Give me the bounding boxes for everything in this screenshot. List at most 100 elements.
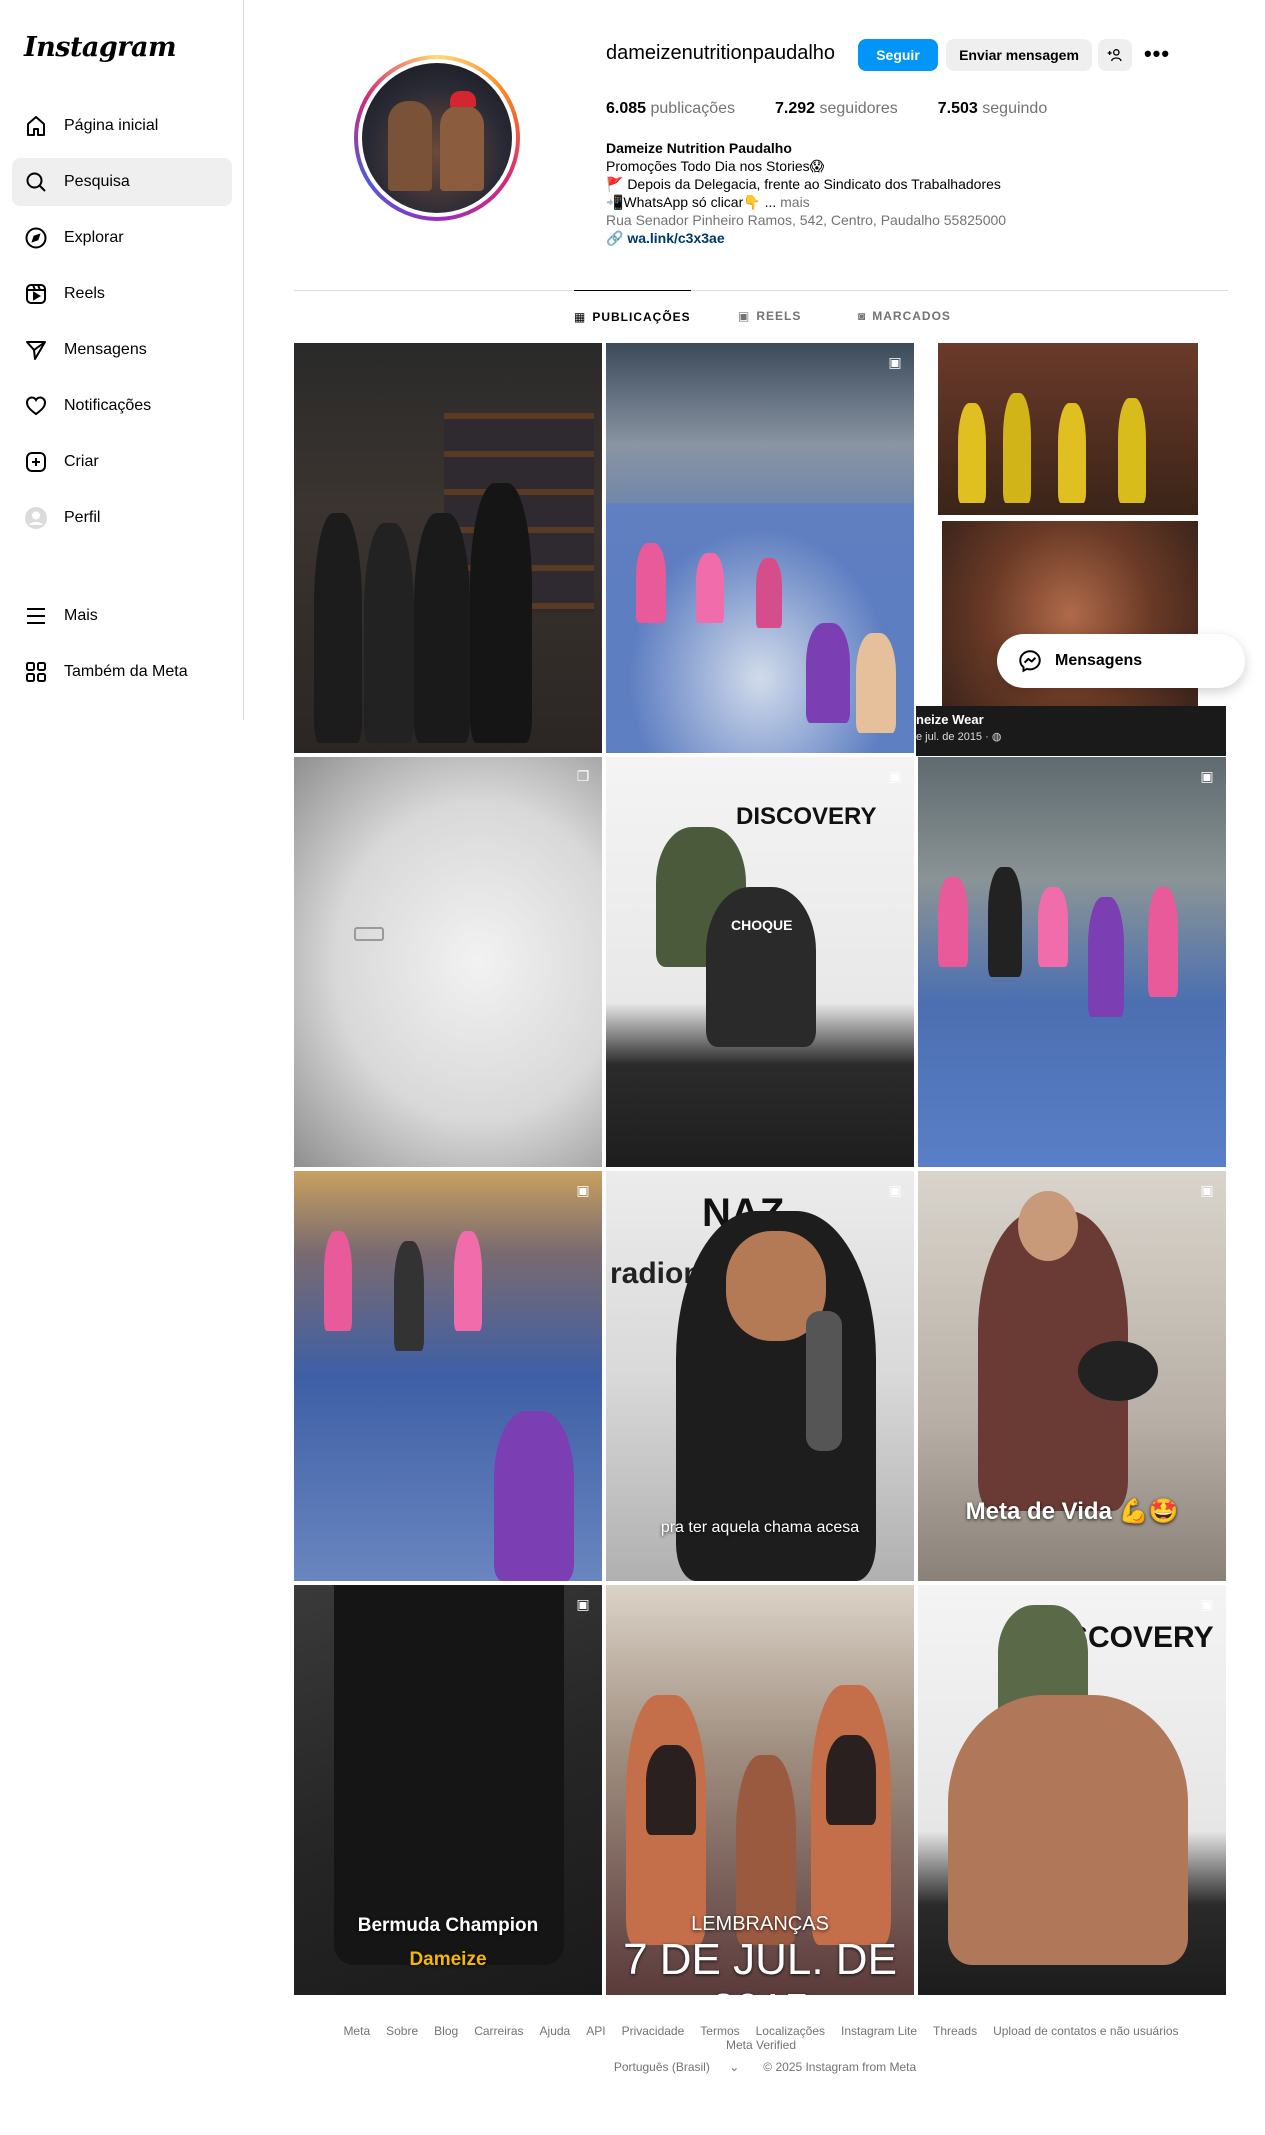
home-icon	[24, 114, 48, 138]
footer-link[interactable]: Threads	[933, 2024, 977, 2038]
post-sign-text: DISCOVERY	[736, 803, 877, 830]
tab-reels[interactable]: ▣ REELS	[738, 290, 801, 342]
bio-link[interactable]: wa.link/c3x3ae	[627, 230, 724, 246]
sidebar-item-home[interactable]: Página inicial	[12, 102, 232, 150]
profile-avatar[interactable]	[354, 55, 520, 221]
sidebar-item-reels[interactable]: Reels	[12, 270, 232, 318]
footer-link[interactable]: Meta	[343, 2024, 370, 2038]
footer-link[interactable]: Ajuda	[540, 2024, 571, 2038]
heart-icon	[24, 394, 48, 418]
reel-badge-icon: ▣	[888, 1182, 902, 1198]
post-preview-overlay: neize Wear e jul. de 2015 · ◍	[916, 706, 1226, 756]
sidebar-item-label: Página inicial	[64, 117, 159, 134]
footer-link[interactable]: Upload de contatos e não usuários	[993, 2024, 1178, 2038]
footer-link[interactable]: Meta Verified	[726, 2038, 796, 2052]
followers-stat[interactable]: 7.292 seguidores	[775, 100, 898, 118]
sidebar-item-messages[interactable]: Mensagens	[12, 326, 232, 374]
post-tile[interactable]: NAZ radion pra ter aquela chama acesa ▣	[606, 1171, 914, 1581]
post-tile[interactable]: DISCOVERY CHOQUE ▣	[606, 757, 914, 1167]
post-tile[interactable]	[918, 343, 1226, 753]
sidebar-item-label: Pesquisa	[64, 173, 130, 190]
sidebar-item-label: Notificações	[64, 397, 152, 414]
footer-link[interactable]: API	[586, 2024, 605, 2038]
post-tile[interactable]: DISCOVERY ▣	[918, 1585, 1226, 1995]
reel-badge-icon: ▣	[888, 768, 902, 784]
following-stat[interactable]: 7.503 seguindo	[938, 100, 1047, 118]
overlay-title: neize Wear	[916, 712, 984, 727]
chevron-down-icon: ⌄	[729, 2060, 740, 2074]
sidebar-item-label: Também da Meta	[64, 663, 188, 680]
tab-tagged[interactable]: ◙ MARCADOS	[858, 290, 951, 342]
post-caption: pra ter aquela chama acesa	[660, 1519, 860, 1536]
sidebar-item-label: Explorar	[64, 229, 124, 246]
send-message-button[interactable]: Enviar mensagem	[946, 39, 1092, 71]
sidebar-item-also-from-meta[interactable]: Também da Meta	[12, 648, 232, 696]
plus-square-icon	[24, 450, 48, 474]
post-tile[interactable]: ❐	[294, 757, 602, 1167]
follow-button[interactable]: Seguir	[858, 39, 938, 71]
posts-stat[interactable]: 6.085 publicações	[606, 100, 735, 118]
profile-stats: 6.085 publicações 7.292 seguidores 7.503…	[606, 100, 1087, 118]
sidebar: Instagram Página inicial Pesquisa Explor…	[0, 0, 244, 720]
reel-badge-icon: ▣	[576, 1596, 590, 1612]
send-icon	[24, 338, 48, 362]
profile-photo	[362, 63, 512, 213]
footer-link[interactable]: Privacidade	[622, 2024, 685, 2038]
post-tile[interactable]: LEMBRANÇAS 7 DE JUL. DE 2015	[606, 1585, 914, 1995]
footer-link[interactable]: Localizações	[756, 2024, 825, 2038]
post-tile[interactable]: Meta de Vida 💪🤩 ▣	[918, 1171, 1226, 1581]
bio-more-link[interactable]: mais	[780, 194, 810, 210]
menu-icon	[24, 604, 48, 628]
copyright: © 2025 Instagram from Meta	[763, 2060, 917, 2074]
profile-bio: Dameize Nutrition Paudalho Promoções Tod…	[606, 139, 1056, 247]
post-tile[interactable]: Bermuda Champion Dameize ▣	[294, 1585, 602, 1995]
more-options-icon[interactable]: •••	[1144, 41, 1170, 66]
footer-link[interactable]: Carreiras	[474, 2024, 523, 2038]
tab-posts[interactable]: ▦ PUBLICAÇÕES	[574, 290, 691, 342]
footer-link[interactable]: Instagram Lite	[841, 2024, 917, 2038]
sidebar-item-label: Mensagens	[64, 341, 147, 358]
post-caption: Dameize	[409, 1949, 487, 1970]
link-icon: 🔗	[606, 230, 624, 246]
search-icon	[24, 170, 48, 194]
footer-links: Meta Sobre Blog Carreiras Ajuda API Priv…	[294, 2024, 1228, 2052]
carousel-badge-icon: ❐	[576, 768, 590, 784]
sidebar-item-create[interactable]: Criar	[12, 438, 232, 486]
sidebar-item-label: Mais	[64, 607, 98, 624]
sidebar-item-profile[interactable]: Perfil	[12, 494, 232, 542]
sidebar-item-search[interactable]: Pesquisa	[12, 158, 232, 206]
post-caption: Meta de Vida 💪🤩	[965, 1498, 1179, 1525]
add-user-icon	[1107, 49, 1122, 62]
sidebar-item-label: Perfil	[64, 509, 101, 526]
language-selector[interactable]: Português (Brasil) ⌄	[606, 2060, 747, 2074]
messenger-icon	[1019, 650, 1041, 673]
post-tile[interactable]: ▣	[294, 1171, 602, 1581]
reels-icon	[24, 282, 48, 306]
footer-link[interactable]: Termos	[700, 2024, 739, 2038]
sidebar-item-more[interactable]: Mais	[12, 592, 232, 640]
footer-bottom: Português (Brasil) ⌄ © 2025 Instagram fr…	[294, 2060, 1228, 2074]
suggested-users-button[interactable]	[1098, 39, 1132, 71]
post-tile[interactable]: ▣	[918, 757, 1226, 1167]
messages-floating-button[interactable]: Mensagens	[997, 634, 1245, 688]
footer-link[interactable]: Sobre	[386, 2024, 418, 2038]
bio-address[interactable]: Rua Senador Pinheiro Ramos, 542, Centro,…	[606, 211, 1056, 229]
instagram-logo[interactable]: Instagram	[24, 32, 177, 63]
post-caption: LEMBRANÇAS	[691, 1913, 829, 1935]
bio-line: 📲WhatsApp só clicar👇 ... mais	[606, 194, 810, 210]
post-tile[interactable]: ▣	[606, 343, 914, 753]
sidebar-item-explore[interactable]: Explorar	[12, 214, 232, 262]
overlay-date: e jul. de 2015 · ◍	[916, 731, 1002, 743]
compass-icon	[24, 226, 48, 250]
tagged-icon: ◙	[858, 309, 867, 323]
reel-badge-icon: ▣	[1200, 1596, 1214, 1612]
reels-icon: ▣	[738, 309, 751, 323]
post-caption: Bermuda Champion	[357, 1915, 539, 1936]
bio-link-row[interactable]: 🔗 wa.link/c3x3ae	[606, 229, 1056, 247]
sidebar-item-notifications[interactable]: Notificações	[12, 382, 232, 430]
footer-link[interactable]: Blog	[434, 2024, 458, 2038]
post-tile[interactable]	[294, 343, 602, 753]
grid-icon: ▦	[574, 309, 587, 324]
sidebar-nav: Página inicial Pesquisa Explorar Reels M…	[12, 102, 232, 550]
meta-apps-icon	[24, 660, 48, 684]
